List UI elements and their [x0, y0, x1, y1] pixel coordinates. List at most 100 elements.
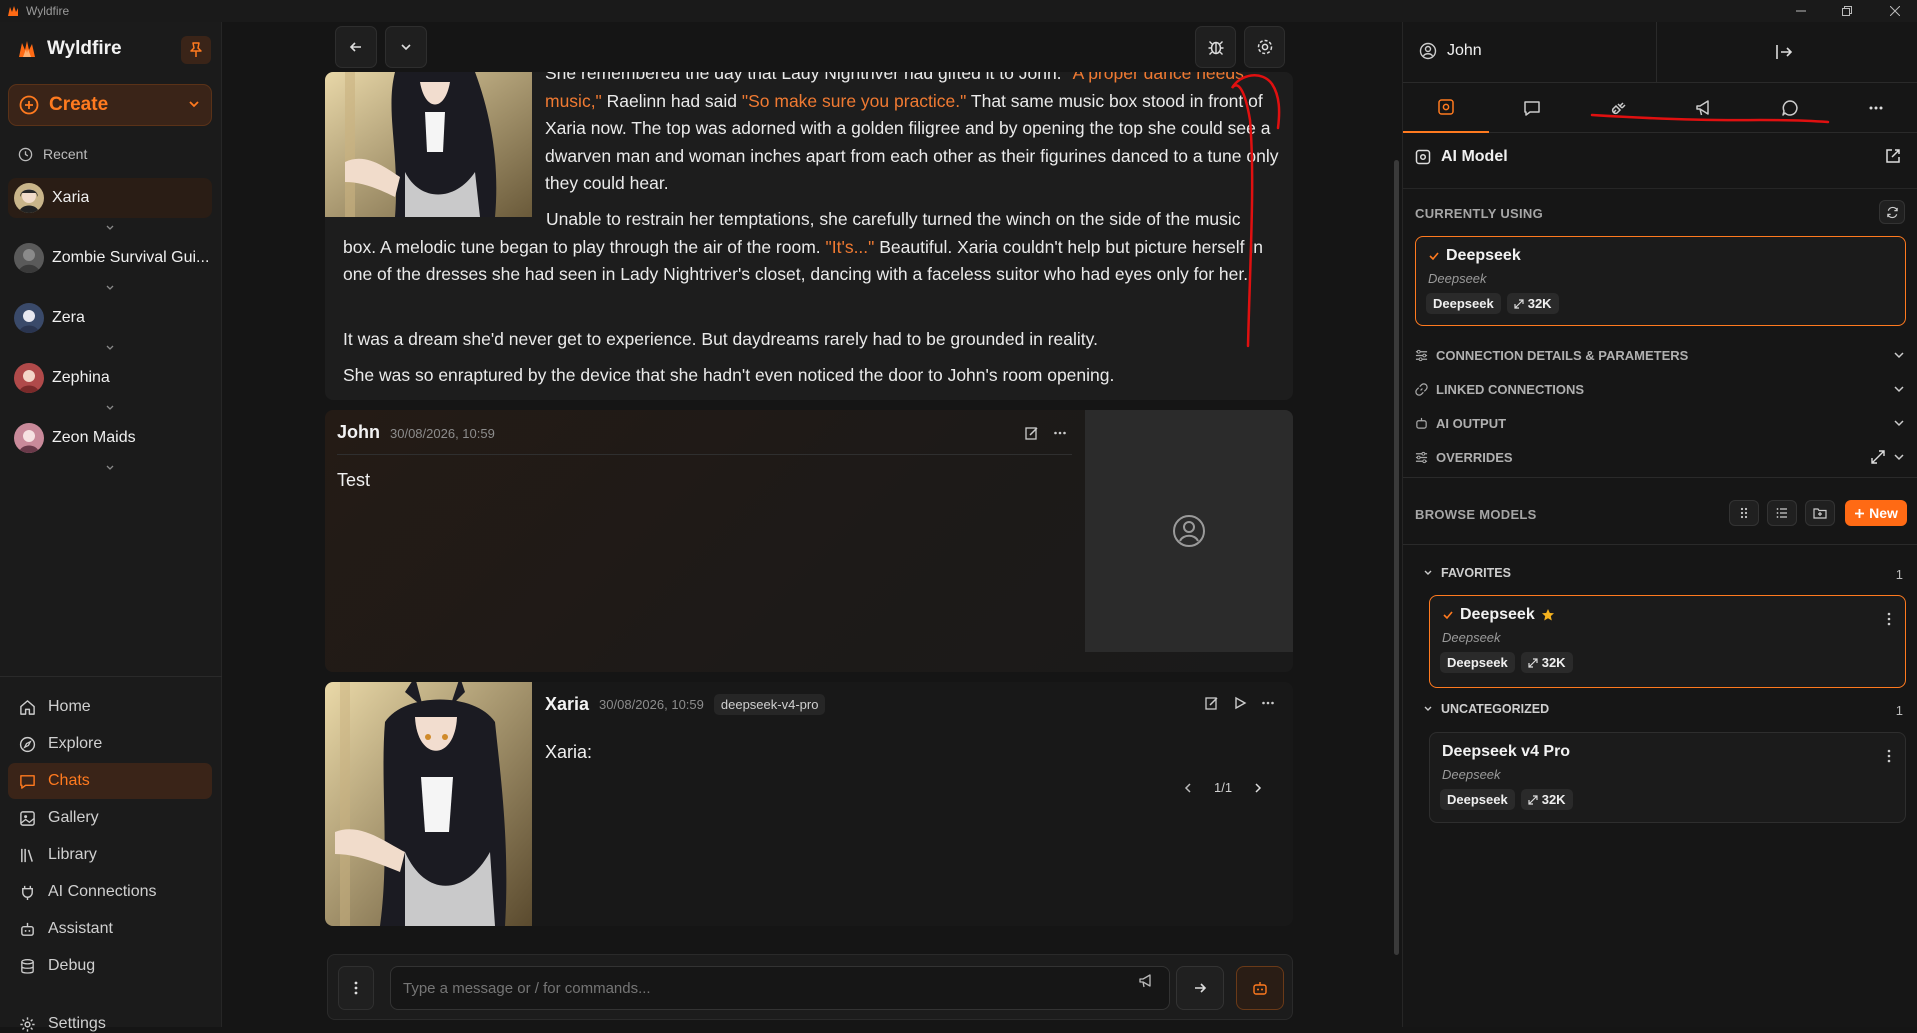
close-window-button[interactable] [1880, 0, 1910, 22]
nav-library[interactable]: Library [8, 837, 212, 873]
composer-menu-button[interactable] [338, 966, 374, 1010]
nav-debug[interactable]: Debug [8, 948, 212, 984]
user-avatar-placeholder [1085, 410, 1293, 652]
plug-icon [22, 885, 33, 900]
chat-item-xaria[interactable]: Xaria [8, 178, 212, 218]
nav-ai-connections[interactable]: AI Connections [8, 874, 212, 910]
main-nav: Home Explore Chats Gallery Library AI Co… [8, 689, 212, 985]
chevron-right-icon[interactable] [1252, 782, 1264, 794]
play-icon[interactable] [1233, 696, 1247, 710]
list-view-button[interactable] [1767, 500, 1797, 526]
expand-icon [1514, 298, 1524, 309]
star-icon[interactable] [1541, 608, 1555, 622]
nav-chats[interactable]: Chats [8, 763, 212, 799]
message-composer [327, 954, 1293, 1020]
divider [1403, 544, 1917, 545]
accordion-ai-output[interactable]: AI OUTPUT [1415, 407, 1905, 439]
expand-icon[interactable] [1871, 450, 1885, 464]
new-label: New [1869, 505, 1898, 521]
character-portrait [325, 72, 532, 217]
chevron-down-icon[interactable] [104, 402, 116, 414]
edit-icon[interactable] [1205, 696, 1219, 710]
grid-view-button[interactable] [1729, 500, 1759, 526]
create-label: Create [49, 94, 109, 115]
tab-comments[interactable] [1747, 83, 1833, 133]
gear-icon [20, 1016, 35, 1032]
chevron-down-icon[interactable] [104, 342, 116, 354]
nav-gallery[interactable]: Gallery [8, 800, 212, 836]
nav-home[interactable]: Home [8, 689, 212, 725]
model-name-row: Deepseek [1428, 247, 1521, 265]
accordion-linked-connections[interactable]: LINKED CONNECTIONS [1415, 373, 1905, 405]
message-timestamp: 30/08/2026, 10:59 [599, 697, 704, 712]
avatar [14, 303, 44, 333]
accordion-connection-details[interactable]: CONNECTION DETAILS & PARAMETERS [1415, 339, 1905, 371]
minimize-button[interactable] [1786, 0, 1816, 22]
chevron-down-icon[interactable] [104, 462, 116, 474]
refresh-button[interactable] [1879, 200, 1905, 224]
external-link-icon[interactable] [1885, 148, 1901, 164]
brand[interactable]: Wyldfire [17, 38, 122, 60]
current-model-card[interactable]: Deepseek Deepseek Deepseek 32K [1415, 236, 1906, 326]
chat-item-zera[interactable]: Zera [8, 298, 212, 338]
edit-icon[interactable] [1025, 426, 1039, 440]
chat-item-zeon-maids[interactable]: Zeon Maids [8, 418, 212, 458]
more-vertical-icon[interactable] [1887, 612, 1891, 626]
accordion-overrides[interactable]: OVERRIDES [1415, 441, 1905, 473]
plug-icon [1611, 102, 1626, 115]
divider [1403, 188, 1917, 189]
user-circle-icon [1173, 515, 1205, 547]
tab-more[interactable] [1833, 83, 1917, 133]
maximize-button[interactable] [1832, 0, 1862, 22]
chat-icon [20, 774, 35, 789]
tab-connections[interactable] [1575, 83, 1661, 133]
chat-scrollbar[interactable] [1394, 160, 1399, 955]
tab-announcements[interactable] [1661, 83, 1747, 133]
impersonate-button[interactable] [1236, 966, 1284, 1010]
avatar [14, 183, 44, 213]
uncategorized-group-header[interactable]: UNCATEGORIZED [1423, 702, 1549, 716]
chevron-down-icon [1424, 706, 1432, 711]
more-horizontal-icon[interactable] [1261, 696, 1275, 710]
nav-explore[interactable]: Explore [8, 726, 212, 762]
back-button[interactable] [335, 26, 377, 68]
more-vertical-icon[interactable] [1887, 749, 1891, 763]
message-header: Xaria 30/08/2026, 10:59 deepseek-v4-pro [545, 694, 826, 715]
chevron-left-icon[interactable] [1182, 782, 1194, 794]
nav-assistant[interactable]: Assistant [8, 911, 212, 947]
message-input[interactable] [390, 966, 1170, 1010]
recent-label: Recent [43, 146, 88, 162]
send-button[interactable] [1176, 966, 1224, 1010]
model-card[interactable]: Deepseek v4 Pro Deepseek Deepseek 32K [1429, 732, 1906, 823]
chat-options-dropdown[interactable] [385, 26, 427, 68]
tab-chat[interactable] [1489, 83, 1575, 133]
chat-item-zephina[interactable]: Zephina [8, 358, 212, 398]
bot-icon [1253, 982, 1267, 995]
chat-item-label: Zombie Survival Gui... [52, 249, 210, 266]
accordion-label: LINKED CONNECTIONS [1436, 381, 1585, 397]
debug-button[interactable] [1195, 26, 1236, 68]
chat-settings-button[interactable] [1244, 26, 1285, 68]
chevron-down-icon[interactable] [104, 222, 116, 234]
nav-settings[interactable]: Settings [19, 1015, 106, 1033]
collapse-panel-icon[interactable] [1775, 44, 1793, 60]
group-label: FAVORITES [1441, 566, 1511, 580]
create-button[interactable]: Create [8, 84, 212, 126]
pin-sidebar-button[interactable] [181, 36, 211, 64]
new-folder-button[interactable] [1805, 500, 1835, 526]
avatar [14, 243, 44, 273]
window-title: Wyldfire [26, 4, 70, 18]
more-horizontal-icon[interactable] [1053, 426, 1067, 440]
context-size: 32K [1541, 792, 1566, 807]
tab-ai-model[interactable] [1403, 83, 1489, 133]
megaphone-icon[interactable] [1138, 973, 1154, 989]
expand-icon [1528, 657, 1538, 668]
favorites-group-header[interactable]: FAVORITES [1423, 566, 1511, 580]
new-model-button[interactable]: New [1845, 500, 1907, 526]
library-icon [21, 848, 33, 862]
chat-item-zombie-survival[interactable]: Zombie Survival Gui... [8, 238, 212, 278]
chevron-down-icon[interactable] [104, 282, 116, 294]
window-titlebar: Wyldfire [0, 0, 1917, 22]
active-user[interactable]: John [1419, 42, 1482, 60]
favorite-model-card[interactable]: Deepseek Deepseek Deepseek 32K [1429, 595, 1906, 688]
